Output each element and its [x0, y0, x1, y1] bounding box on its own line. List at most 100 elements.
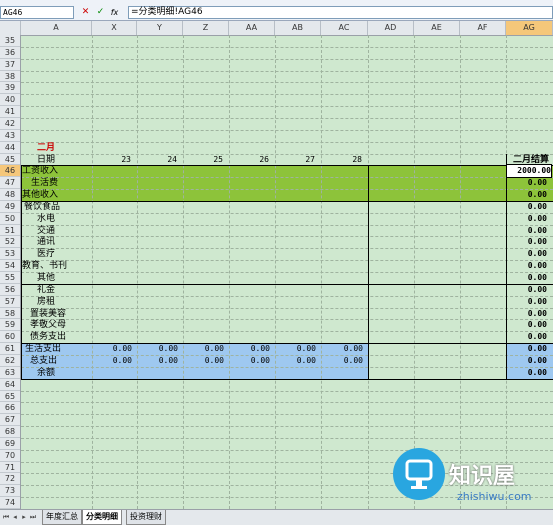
sheet-tab[interactable]: 分类明细	[82, 510, 122, 525]
row-header-74[interactable]: 74	[0, 497, 20, 509]
row-header-57[interactable]: 57	[0, 296, 20, 308]
row-header-72[interactable]: 72	[0, 473, 20, 485]
row-header-53[interactable]: 53	[0, 248, 20, 260]
row-header-bar: 35 36 37 38 39 40 41 42 43 44 45 46 47 48 49 50 51 52 53 54…	[0, 35, 21, 509]
column-header-ac[interactable]: AC	[321, 21, 368, 35]
tab-nav-icon[interactable]: ⏮	[2, 512, 10, 522]
column-header-z[interactable]: Z	[183, 21, 229, 35]
summary-value: 0.00	[527, 237, 547, 246]
grid-row-line	[21, 106, 553, 107]
category-label: 餐饮食品	[24, 202, 61, 212]
daily-value: 0.00	[343, 344, 363, 353]
grid-row-line	[21, 130, 553, 131]
row-header-64[interactable]: 64	[0, 379, 20, 391]
active-cell[interactable]: 2000.00	[506, 164, 552, 178]
row-header-69[interactable]: 69	[0, 438, 20, 450]
row-header-48[interactable]: 48	[0, 189, 20, 201]
column-header-a[interactable]: A	[21, 21, 92, 35]
column-header-ab[interactable]: AB	[275, 21, 321, 35]
row-header-38[interactable]: 38	[0, 71, 20, 82]
grid-row-line	[21, 142, 553, 143]
row-header-50[interactable]: 50	[0, 213, 20, 225]
tab-nav-icon[interactable]: ▸	[20, 512, 28, 522]
day-header: 28	[352, 155, 362, 164]
name-box[interactable]: AG46	[0, 6, 74, 19]
column-header-aa[interactable]: AA	[229, 21, 275, 35]
row-header-61[interactable]: 61	[0, 343, 20, 355]
select-all-corner[interactable]	[0, 21, 21, 35]
sheet-tab[interactable]: 年度汇总	[42, 510, 82, 525]
cancel-icon[interactable]: ✕	[80, 7, 91, 18]
row-header-43[interactable]: 43	[0, 130, 20, 142]
month-label: 二月	[37, 143, 56, 153]
row-header-60[interactable]: 60	[0, 331, 20, 343]
grid-row-line	[21, 414, 553, 415]
row-header-45[interactable]: 45	[0, 154, 20, 165]
row-header-58[interactable]: 58	[0, 308, 20, 319]
row-header-73[interactable]: 73	[0, 485, 20, 497]
row-header-56[interactable]: 56	[0, 284, 20, 296]
column-header-x[interactable]: X	[92, 21, 137, 35]
daily-value: 0.00	[250, 356, 270, 365]
row-header-54[interactable]: 54	[0, 260, 20, 272]
tab-nav-icon[interactable]: ⏭	[29, 512, 37, 522]
table-border	[21, 379, 553, 380]
row-header-70[interactable]: 70	[0, 450, 20, 462]
row-header-71[interactable]: 71	[0, 462, 20, 473]
day-header: 24	[167, 155, 177, 164]
row-header-65[interactable]: 65	[0, 391, 20, 402]
row-header-44[interactable]: 44	[0, 142, 20, 154]
row-header-36[interactable]: 36	[0, 47, 20, 59]
row-header-52[interactable]: 52	[0, 236, 20, 248]
row-header-46[interactable]: 46	[0, 165, 20, 177]
grid-row-line	[21, 260, 553, 261]
column-header-bar: A X Y Z AA AB AC AD AE AF AG	[0, 21, 553, 36]
watermark-url: zhishiwu.com	[457, 490, 532, 503]
formula-input[interactable]: =分类明细!AG46	[128, 6, 553, 19]
table-border	[21, 201, 553, 202]
lightbulb-icon	[393, 448, 445, 500]
daily-value: 0.00	[158, 344, 178, 353]
row-header-40[interactable]: 40	[0, 94, 20, 106]
day-header: 23	[121, 155, 131, 164]
category-label: 工资收入	[22, 166, 59, 176]
summary-value: 0.00	[527, 332, 547, 341]
column-header-af[interactable]: AF	[460, 21, 506, 35]
column-header-y[interactable]: Y	[137, 21, 183, 35]
row-header-68[interactable]: 68	[0, 426, 20, 438]
row-header-51[interactable]: 51	[0, 225, 20, 236]
grid-row-line	[21, 438, 553, 439]
column-header-ad[interactable]: AD	[368, 21, 414, 35]
row-header-35[interactable]: 35	[0, 35, 20, 47]
sheet-tab[interactable]: 投资理财	[126, 510, 166, 525]
row-header-41[interactable]: 41	[0, 106, 20, 118]
category-label: 生活支出	[25, 344, 62, 354]
tab-nav-icon[interactable]: ◂	[11, 512, 19, 522]
enter-icon[interactable]: ✓	[95, 7, 106, 18]
row-header-66[interactable]: 66	[0, 402, 20, 414]
category-label: 生活费	[31, 178, 59, 188]
row-header-59[interactable]: 59	[0, 319, 20, 331]
column-header-ag[interactable]: AG	[506, 21, 553, 35]
category-label: 孝敬父母	[30, 320, 67, 330]
row-header-49[interactable]: 49	[0, 201, 20, 213]
row-header-62[interactable]: 62	[0, 355, 20, 367]
summary-value: 0.00	[527, 285, 547, 294]
row-header-42[interactable]: 42	[0, 118, 20, 130]
category-label: 房租	[37, 297, 56, 307]
category-label: 余额	[37, 368, 56, 378]
column-header-ae[interactable]: AE	[414, 21, 460, 35]
day-header: 25	[213, 155, 223, 164]
spreadsheet-grid[interactable]: 二月 日期 23 24 25 26 27 28 二月结算 工资收入 生活费 其他收入 餐饮食品 水电 交通通…	[21, 35, 553, 510]
grid-row-line	[21, 82, 553, 83]
daily-value: 0.00	[158, 356, 178, 365]
function-icon[interactable]: fx	[109, 7, 120, 18]
row-header-55[interactable]: 55	[0, 272, 20, 284]
row-header-47[interactable]: 47	[0, 177, 20, 189]
row-header-39[interactable]: 39	[0, 82, 20, 94]
category-label: 通讯	[37, 237, 56, 247]
category-label: 礼金	[37, 285, 56, 295]
row-header-63[interactable]: 63	[0, 367, 20, 379]
row-header-67[interactable]: 67	[0, 414, 20, 426]
row-header-37[interactable]: 37	[0, 59, 20, 71]
